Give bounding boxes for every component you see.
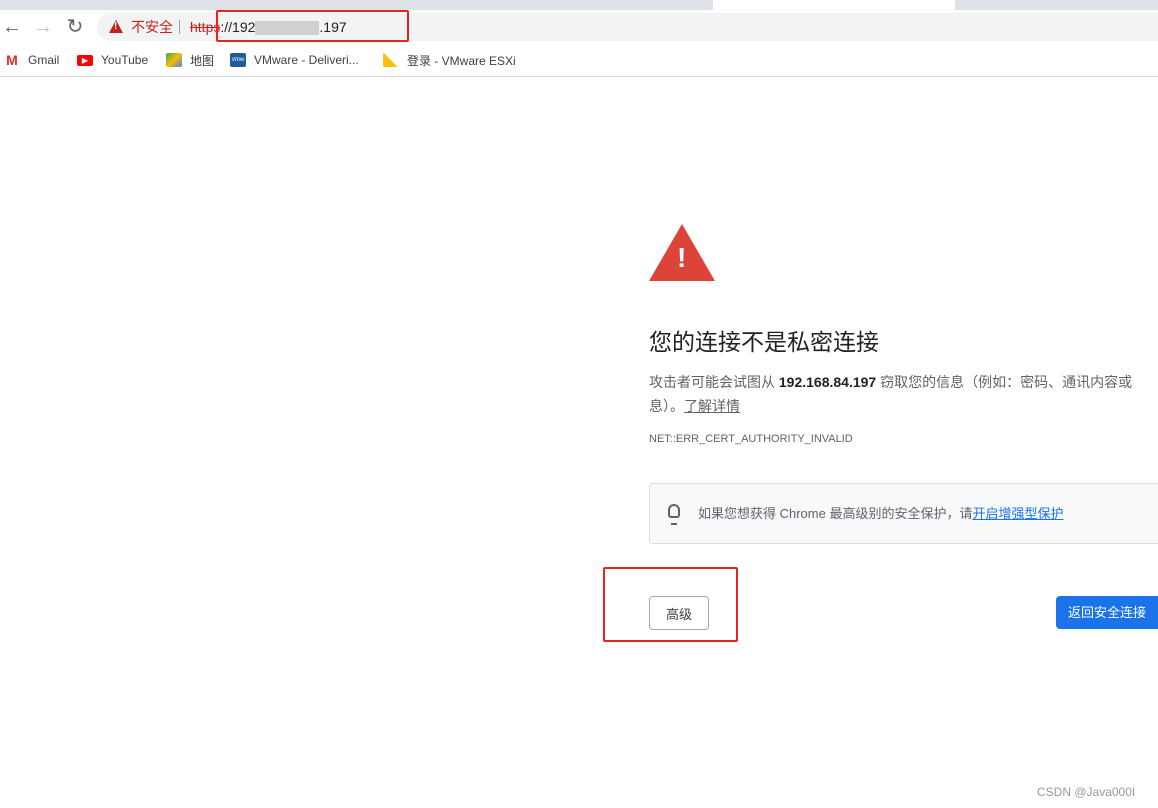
esxi-icon: [383, 53, 399, 67]
enhanced-protection-link[interactable]: 开启增强型保护: [972, 506, 1063, 521]
bookmarks-bar: M Gmail ▶ YouTube 地图 vmw VMware - Deliveri.…: [0, 44, 1158, 77]
annotation-box-url: [216, 10, 409, 42]
forward-arrow-icon[interactable]: →: [31, 16, 55, 38]
bookmark-youtube[interactable]: ▶ YouTube: [77, 52, 148, 68]
back-to-safety-button[interactable]: 返回安全连接: [1055, 596, 1158, 629]
bookmark-maps[interactable]: 地图: [166, 52, 214, 68]
reload-icon[interactable]: ↻: [63, 16, 87, 38]
bookmark-gmail[interactable]: M Gmail: [4, 52, 59, 68]
learn-more-link[interactable]: 了解详情: [684, 398, 740, 414]
warning-icon: [109, 20, 123, 33]
not-secure-label[interactable]: 不安全: [131, 13, 173, 41]
vmware-icon: vmw: [230, 53, 246, 67]
tab-strip: [0, 0, 1158, 10]
gmail-icon: M: [6, 52, 18, 68]
lightbulb-icon: [668, 504, 680, 525]
page-title: 您的连接不是私密连接: [649, 329, 879, 355]
warning-triangle-icon: !: [649, 224, 715, 281]
annotation-box-advanced: [603, 567, 738, 642]
maps-icon: [166, 53, 182, 67]
bookmark-vmware[interactable]: vmw VMware - Deliveri...: [230, 52, 359, 68]
error-code[interactable]: NET::ERR_CERT_AUTHORITY_INVALID: [649, 433, 853, 445]
divider: [179, 20, 180, 34]
error-description: 攻击者可能会试图从 192.168.84.197 窃取您的信息（例如：密码、通讯…: [649, 374, 1133, 414]
back-arrow-icon[interactable]: ←: [0, 16, 24, 38]
enhanced-protection-tip: 如果您想获得 Chrome 最高级别的安全保护，请开启增强型保护: [649, 483, 1158, 544]
active-tab[interactable]: [713, 0, 955, 10]
watermark: CSDN @Java000I: [1037, 785, 1136, 799]
host: 192.168.84.197: [778, 374, 877, 390]
youtube-icon: ▶: [77, 54, 93, 66]
toolbar: ← → ↻ 不安全 https://192.197: [0, 10, 1158, 44]
bookmark-esxi[interactable]: 登录 - VMware ESXi: [383, 52, 516, 68]
